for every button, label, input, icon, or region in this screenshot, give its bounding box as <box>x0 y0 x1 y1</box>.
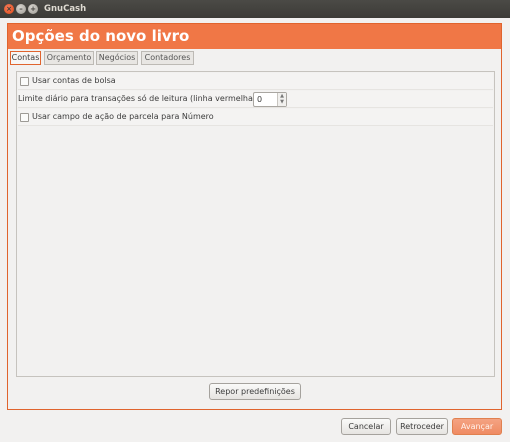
read-only-threshold-spinner[interactable]: 0 ▲ ▼ <box>253 92 287 107</box>
split-action-checkbox[interactable] <box>20 113 29 122</box>
back-button[interactable]: Retroceder <box>396 418 448 435</box>
spinner-arrows-icon[interactable]: ▲ ▼ <box>277 93 286 106</box>
trading-accounts-label: Usar contas de bolsa <box>32 76 116 85</box>
option-row-trading-accounts: Usar contas de bolsa <box>18 73 493 90</box>
tab-contadores[interactable]: Contadores <box>141 51 194 65</box>
options-pane: Usar contas de bolsa Limite diário para … <box>16 71 495 377</box>
trading-accounts-checkbox[interactable] <box>20 77 29 86</box>
assistant-page: Opções do novo livro Contas Orçamento Ne… <box>7 23 502 410</box>
read-only-threshold-value[interactable]: 0 <box>257 95 262 104</box>
read-only-threshold-label: Limite diário para transações só de leit… <box>18 94 259 103</box>
forward-button[interactable]: Avançar <box>452 418 502 435</box>
option-row-read-only-threshold: Limite diário para transações só de leit… <box>18 91 493 108</box>
page-title: Opções do novo livro <box>8 24 501 49</box>
tab-contas[interactable]: Contas <box>10 51 41 65</box>
tab-negocios[interactable]: Negócios <box>96 51 138 65</box>
minimize-window-icon[interactable]: – <box>16 4 26 14</box>
split-action-label: Usar campo de ação de parcela para Númer… <box>32 112 214 121</box>
tab-orcamento[interactable]: Orçamento <box>44 51 94 65</box>
window-titlebar: × – + GnuCash <box>0 0 510 18</box>
option-row-split-action: Usar campo de ação de parcela para Númer… <box>18 109 493 126</box>
window-title: GnuCash <box>44 4 87 14</box>
cancel-button[interactable]: Cancelar <box>341 418 391 435</box>
maximize-window-icon[interactable]: + <box>28 4 38 14</box>
close-window-icon[interactable]: × <box>4 4 14 14</box>
reset-defaults-button[interactable]: Repor predefinições <box>209 383 301 400</box>
